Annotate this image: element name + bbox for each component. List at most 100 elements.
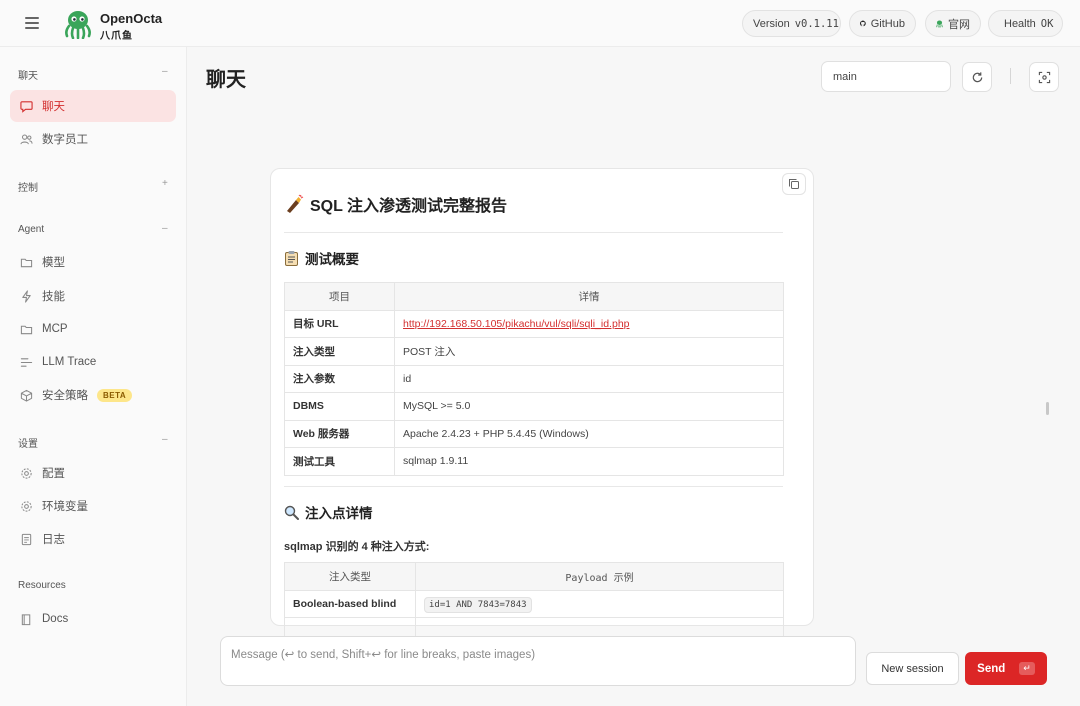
column-header: 注入类型 xyxy=(284,562,416,591)
refresh-icon xyxy=(972,71,982,82)
copy-icon xyxy=(789,179,799,189)
sidebar-item-chat[interactable]: 聊天 xyxy=(10,90,176,122)
divider xyxy=(284,232,783,233)
refresh-button[interactable] xyxy=(962,62,992,92)
chat-icon xyxy=(20,100,33,113)
payload-code: id=1 AND 7843=7843 xyxy=(424,596,532,613)
new-session-button[interactable]: New session xyxy=(866,652,959,685)
collapse-icon[interactable]: – xyxy=(162,66,168,77)
section-heading-text: 注入点详情 xyxy=(305,506,373,521)
injection-intro: sqlmap 识别的 4 种注入方式: xyxy=(284,541,430,553)
divider xyxy=(284,486,783,487)
column-header: Payload 示例 xyxy=(415,562,784,591)
copy-button[interactable] xyxy=(782,173,806,195)
cube-icon xyxy=(20,389,33,402)
app-name: OpenOcta xyxy=(100,11,163,26)
sidebar-item-docs[interactable]: Docs xyxy=(10,603,176,635)
sidebar-item-label: LLM Trace xyxy=(42,356,97,368)
beta-badge: BETA xyxy=(97,388,133,402)
sidebar-item-env-vars[interactable]: 环境变量 xyxy=(10,490,176,522)
row-key: Boolean-based blind xyxy=(284,589,416,618)
table-row: 测试工具 sqlmap 1.9.11 xyxy=(284,447,784,476)
folder-icon xyxy=(20,325,33,334)
sidebar-item-label: 环境变量 xyxy=(42,501,88,513)
row-value: http://192.168.50.105/pikachu/vul/sqli/s… xyxy=(394,309,784,338)
gear-icon xyxy=(21,500,32,512)
health-status[interactable]: Health OK xyxy=(988,10,1063,37)
row-key: Web 服务器 xyxy=(284,419,395,448)
sidebar-item-skills[interactable]: 技能 xyxy=(10,280,176,312)
message-input[interactable] xyxy=(220,636,856,686)
sidebar-item-label: 模型 xyxy=(42,257,65,269)
log-icon xyxy=(21,533,32,545)
sidebar-item-digital-staff[interactable]: 数字员工 xyxy=(10,123,176,155)
table-row: Boolean-based blind id=1 AND 7843=7843 xyxy=(284,589,784,618)
section-title-resources: Resources xyxy=(18,580,66,591)
column-header: 详情 xyxy=(394,282,784,311)
sidebar-item-label: 聊天 xyxy=(42,101,65,113)
version-pill[interactable]: Version v0.1.11 xyxy=(742,10,841,37)
row-value: id xyxy=(394,364,784,393)
table-row: Web 服务器 Apache 2.4.23 + PHP 5.4.45 (Wind… xyxy=(284,419,784,448)
sidebar-item-security-policy[interactable]: 安全策略 BETA xyxy=(10,379,176,411)
column-header: 项目 xyxy=(284,282,395,311)
focus-mode-button[interactable] xyxy=(1029,62,1059,92)
table-header-row: 注入类型 Payload 示例 xyxy=(284,562,784,591)
row-value: POST 注入 xyxy=(394,337,784,366)
github-icon xyxy=(860,20,866,27)
official-site-link[interactable]: 官网 xyxy=(925,10,981,37)
site-logo-icon xyxy=(936,20,943,27)
gear-icon xyxy=(21,467,32,479)
expand-icon[interactable]: + xyxy=(162,178,168,189)
enter-key-icon: ↵ xyxy=(1019,662,1035,675)
toolbar-divider xyxy=(1010,68,1011,84)
version-value: v0.1.11 xyxy=(794,17,839,30)
session-select[interactable]: main xyxy=(821,61,951,92)
collapse-icon[interactable]: – xyxy=(162,223,168,234)
row-key: 注入类型 xyxy=(284,337,395,366)
section-heading-text: 测试概要 xyxy=(305,252,359,267)
section-title-chat: 聊天 xyxy=(18,71,38,82)
sidebar-item-label: Docs xyxy=(42,613,69,625)
sidebar-item-label: 配置 xyxy=(42,468,65,480)
row-value: id=1 AND 7843=7843 xyxy=(415,589,784,618)
sidebar-item-label: 安全策略 xyxy=(42,390,88,402)
github-link[interactable]: GitHub xyxy=(849,10,916,37)
row-value: sqlmap 1.9.11 xyxy=(394,447,784,476)
sidebar-item-label: 技能 xyxy=(42,291,65,303)
site-label: 官网 xyxy=(948,18,970,31)
report-title: SQL 注入渗透测试完整报告 xyxy=(284,192,507,216)
injection-table: 注入类型 Payload 示例 Boolean-based blind id=1… xyxy=(284,562,784,646)
sidebar-item-label: MCP xyxy=(42,323,68,335)
github-label: GitHub xyxy=(870,17,905,30)
section-title-agent: Agent xyxy=(18,224,45,235)
target-url-link[interactable]: http://192.168.50.105/pikachu/vul/sqli/s… xyxy=(403,318,630,330)
sidebar-item-models[interactable]: 模型 xyxy=(10,246,176,278)
section-title-settings: 设置 xyxy=(18,439,38,450)
page-title: 聊天 xyxy=(206,69,246,91)
overview-table: 项目 详情 目标 URL http://192.168.50.105/pikac… xyxy=(284,282,784,476)
clipboard-icon xyxy=(285,251,298,266)
scrollbar-thumb[interactable] xyxy=(1046,402,1049,415)
table-row: 目标 URL http://192.168.50.105/pikachu/vul… xyxy=(284,309,784,338)
sidebar-item-config[interactable]: 配置 xyxy=(10,457,176,489)
table-row: DBMS MySQL >= 5.0 xyxy=(284,392,784,421)
menu-toggle-icon[interactable] xyxy=(22,14,42,32)
sidebar-item-mcp[interactable]: MCP xyxy=(10,313,176,345)
row-key: DBMS xyxy=(284,392,395,421)
users-icon xyxy=(20,134,33,144)
version-label: Version xyxy=(753,17,790,30)
send-button[interactable]: Send ↵ xyxy=(965,652,1047,685)
folder-icon xyxy=(20,258,33,267)
lightning-icon xyxy=(22,289,31,303)
row-value: Apache 2.4.23 + PHP 5.4.45 (Windows) xyxy=(394,419,784,448)
top-bar: OpenOcta 八爪鱼 Version v0.1.11 GitHub 官网 H… xyxy=(0,0,1080,47)
section-heading-injection: 注入点详情 xyxy=(284,502,373,522)
table-row: 注入类型 POST 注入 xyxy=(284,337,784,366)
sidebar-item-llm-trace[interactable]: LLM Trace xyxy=(10,346,176,378)
collapse-icon[interactable]: – xyxy=(162,434,168,445)
row-key: 目标 URL xyxy=(284,309,395,338)
sidebar-item-logs[interactable]: 日志 xyxy=(10,523,176,555)
send-label: Send xyxy=(977,662,1006,675)
firecracker-icon xyxy=(287,194,304,213)
